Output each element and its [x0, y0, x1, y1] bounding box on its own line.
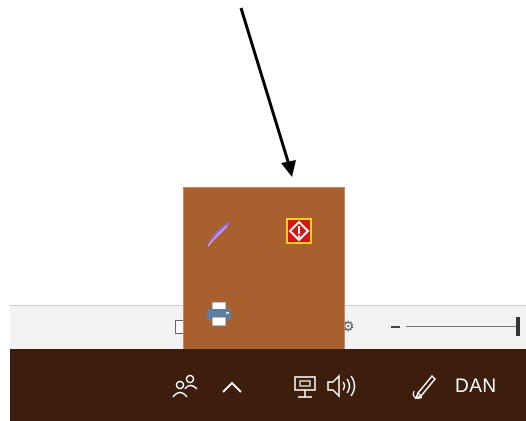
tray-overflow-flyout [183, 187, 345, 349]
zoom-out-button[interactable] [391, 326, 400, 328]
volume-icon[interactable] [324, 371, 358, 401]
zoom-slider-thumb[interactable] [516, 317, 520, 336]
network-icon[interactable] [292, 371, 318, 401]
printer-icon[interactable] [199, 294, 239, 334]
input-language-indicator[interactable]: DAN [455, 376, 497, 398]
chevron-up-icon[interactable] [220, 371, 244, 401]
red-diamond-app-icon[interactable] [279, 211, 319, 251]
annotation-arrow-shaft [239, 7, 292, 169]
pen-icon[interactable] [410, 371, 440, 401]
zoom-slider-track[interactable] [406, 326, 518, 327]
annotation-arrowhead [281, 160, 296, 177]
people-icon[interactable] [170, 371, 200, 401]
feather-icon[interactable] [199, 214, 239, 254]
taskbar: DAN [10, 349, 526, 421]
